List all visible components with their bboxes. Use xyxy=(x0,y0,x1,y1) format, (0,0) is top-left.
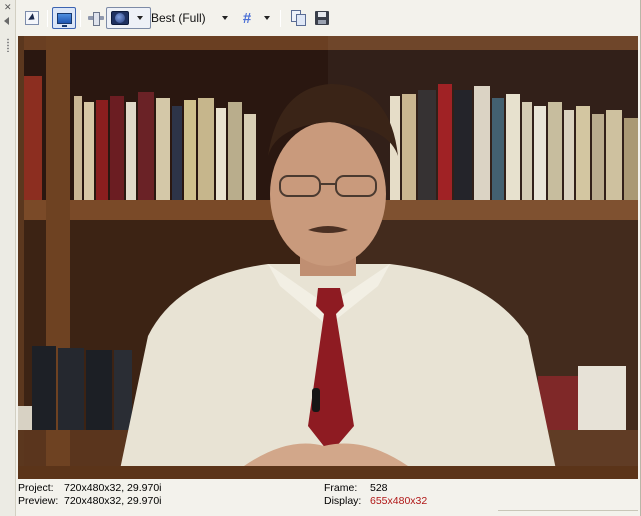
frame-value: 528 xyxy=(370,482,388,494)
display-label: Display: xyxy=(324,495,362,507)
copy-snapshot-icon[interactable] xyxy=(288,7,308,29)
preview-quality-dropdown[interactable]: Best (Full) xyxy=(151,7,231,29)
preview-label: Preview: xyxy=(18,495,59,507)
toolbar-separator xyxy=(80,10,81,27)
status-bar: Project: 720x480x32, 29.970i Preview: 72… xyxy=(18,482,638,512)
overlay-dropdown-button[interactable] xyxy=(106,7,151,29)
project-label: Project: xyxy=(18,482,54,494)
monitor-icon[interactable] xyxy=(52,7,76,29)
quality-chevron-down-icon[interactable] xyxy=(220,7,230,29)
dock-strip: ✕ xyxy=(0,0,16,516)
collapse-arrow-icon[interactable] xyxy=(4,17,9,25)
frame-label: Frame: xyxy=(324,482,358,494)
grid-icon[interactable]: # xyxy=(238,7,256,29)
save-snapshot-icon[interactable] xyxy=(312,7,332,29)
toolbar-separator xyxy=(47,10,48,27)
video-preview-frame[interactable] xyxy=(18,36,638,479)
drag-grip-icon[interactable] xyxy=(6,38,10,52)
preview-toolbar: Best (Full) # xyxy=(16,4,640,32)
overlay-icon xyxy=(111,11,129,25)
project-value: 720x480x32, 29.970i xyxy=(64,482,162,494)
display-value: 655x480x32 xyxy=(370,495,428,507)
split-screen-icon[interactable] xyxy=(86,7,106,29)
grid-chevron-down-icon[interactable] xyxy=(262,7,272,29)
close-icon[interactable]: ✕ xyxy=(4,3,12,12)
video-frame-illustration xyxy=(18,36,638,479)
chevron-down-icon xyxy=(137,16,143,20)
video-preview-window: ✕ Best (Full) # Project: 720x480x32, 29.… xyxy=(0,0,641,516)
resize-edge[interactable] xyxy=(498,510,638,516)
preview-value: 720x480x32, 29.970i xyxy=(64,495,162,507)
toolbar-separator xyxy=(280,10,281,27)
select-icon[interactable] xyxy=(22,7,42,29)
